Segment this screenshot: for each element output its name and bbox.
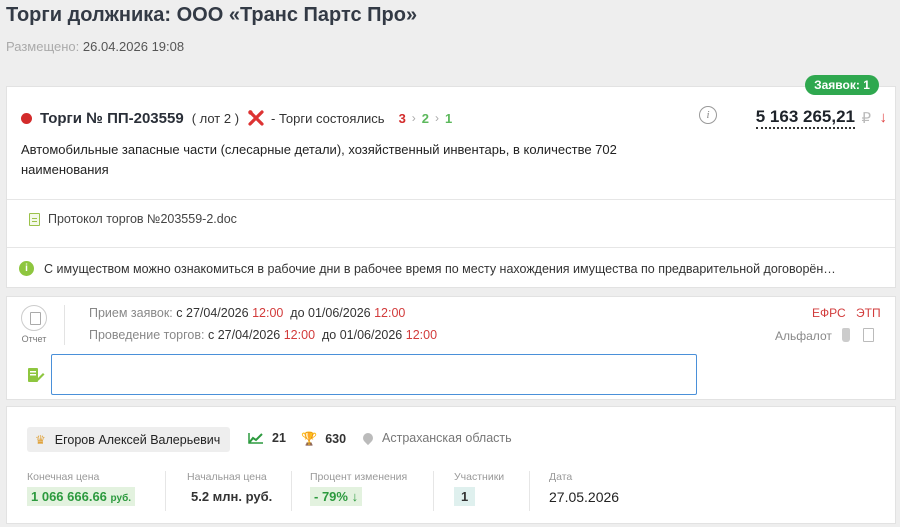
arrow-down-icon: ↓ [879, 109, 888, 126]
change-label: Процент изменения [310, 471, 408, 483]
auction-to-time: 12:00 [405, 328, 438, 342]
chevron-right-icon: › [411, 111, 416, 125]
final-price-amount: 1 066 666.66 [31, 489, 107, 504]
document-name: Протокол торгов №203559-2.doc [48, 212, 237, 226]
final-price-unit: руб. [110, 493, 132, 504]
tools-icon [248, 110, 264, 126]
winner-name: Егоров Алексей Валерьевич [54, 432, 221, 447]
trophy-icon: 🏆 [301, 431, 318, 446]
change-percent: - 79% [314, 489, 348, 504]
applications-label: Прием заявок: [89, 306, 173, 320]
bottle-icon[interactable] [842, 328, 850, 342]
auction-to-date: 01/06/2026 [339, 328, 403, 342]
bids-count-badge: Заявок: 1 [805, 75, 879, 95]
stage-3: 3 [398, 110, 406, 126]
report-icon [21, 305, 47, 331]
currency-sign: ₽ [861, 110, 871, 127]
to-prefix: до [321, 328, 337, 342]
document-link[interactable]: Протокол торгов №203559-2.doc [29, 212, 237, 226]
auction-from-time: 12:00 [283, 328, 316, 342]
divider [64, 305, 65, 345]
auction-period: Проведение торгов: с 27/04/2026 12:00 до… [89, 328, 437, 342]
note-input[interactable] [51, 354, 697, 395]
info-circle-icon: i [19, 261, 34, 276]
lot-price[interactable]: 5 163 265,21 [755, 107, 855, 129]
region-name: Астраханская область [382, 431, 512, 445]
applications-to-date: 01/06/2026 [308, 306, 371, 320]
applications-from-date: 27/04/2026 [186, 306, 249, 320]
lot-number-link[interactable]: Торги № ПП-203559 [40, 110, 184, 127]
winner-trophies: 🏆 630 [301, 431, 346, 447]
divider [529, 471, 530, 511]
final-price-metric: Конечная цена 1 066 666.66 руб. [27, 471, 136, 506]
divider [291, 471, 292, 511]
applications-from-time: 12:00 [252, 306, 284, 320]
change-value: - 79% ↓ [310, 487, 363, 506]
result-card: ♛ Егоров Алексей Валерьевич 21 🏆 630 Аст… [6, 406, 896, 524]
winner-stat: 21 [248, 431, 286, 445]
crown-icon: ♛ [35, 432, 46, 447]
date-value: 27.05.2026 [549, 489, 620, 505]
participants-metric: Участники 1 [454, 471, 504, 506]
lot-status: - Торги состоялись [271, 110, 385, 126]
report-label: Отчет [21, 334, 47, 344]
report-button[interactable]: Отчет [19, 305, 49, 344]
start-price-metric: Начальная цена 5.2 млн. руб. [187, 471, 276, 506]
stage-2: 2 [421, 110, 430, 126]
etp-link[interactable]: ЭТП [856, 306, 881, 320]
participants-label: Участники [454, 471, 505, 483]
divider [433, 471, 434, 511]
start-price-label: Начальная цена [187, 471, 267, 483]
winner-badge[interactable]: ♛ Егоров Алексей Валерьевич [27, 427, 231, 452]
from-prefix: с [207, 328, 215, 342]
final-price-label: Конечная цена [27, 471, 100, 483]
notice-text: С имуществом можно ознакомиться в рабочи… [44, 261, 836, 276]
auction-from-date: 27/04/2026 [217, 328, 281, 342]
to-prefix: до [290, 306, 305, 320]
start-price-value: 5.2 млн. руб. [191, 489, 273, 504]
schedule-card: Отчет Прием заявок: с 27/04/2026 12:00 д… [6, 296, 896, 400]
info-icon[interactable]: i [699, 106, 717, 124]
divider [7, 199, 895, 200]
chart-line-icon [248, 433, 263, 444]
location-pin-icon [360, 430, 376, 446]
lot-card: Торги № ПП-203559 ( лот 2 ) - Торги сост… [6, 86, 896, 288]
change-metric: Процент изменения - 79% ↓ [310, 471, 407, 506]
final-price-value: 1 066 666.66 руб. [27, 487, 136, 506]
divider [7, 247, 895, 248]
stage-1: 1 [445, 110, 453, 126]
platform-name[interactable]: Альфалот [775, 329, 832, 343]
stat-count: 21 [272, 431, 286, 445]
auction-label: Проведение торгов: [89, 328, 205, 342]
posted-date: Размещено: 26.04.2026 19:08 [6, 39, 184, 54]
trophy-count: 630 [325, 432, 347, 446]
status-dot [21, 112, 32, 124]
chevron-right-icon: › [435, 111, 440, 125]
arrow-down-icon: ↓ [351, 489, 359, 504]
divider [165, 471, 166, 511]
applications-period: Прием заявок: с 27/04/2026 12:00 до 01/0… [89, 306, 405, 320]
document-icon[interactable] [863, 328, 874, 342]
date-metric: Дата 27.05.2026 [549, 471, 619, 507]
winner-region: Астраханская область [360, 430, 512, 446]
efrs-link[interactable]: ЕФРС [812, 306, 846, 320]
posted-value: 26.04.2026 19:08 [82, 39, 185, 54]
document-icon [29, 212, 40, 226]
edit-note-icon [28, 368, 45, 382]
notice: i С имуществом можно ознакомиться в рабо… [19, 261, 836, 276]
page-title: Торги должника: ООО «Транс Партс Про» [6, 4, 418, 26]
lot-description: Автомобильные запасные части (слесарные … [21, 142, 617, 177]
from-prefix: с [176, 306, 183, 320]
posted-label: Размещено: [6, 39, 80, 54]
lot-suffix: ( лот 2 ) [191, 110, 240, 126]
participants-value: 1 [454, 487, 476, 506]
lot-header-row: Торги № ПП-203559 ( лот 2 ) - Торги сост… [21, 109, 452, 127]
date-label: Дата [549, 471, 573, 483]
applications-to-time: 12:00 [374, 306, 406, 320]
